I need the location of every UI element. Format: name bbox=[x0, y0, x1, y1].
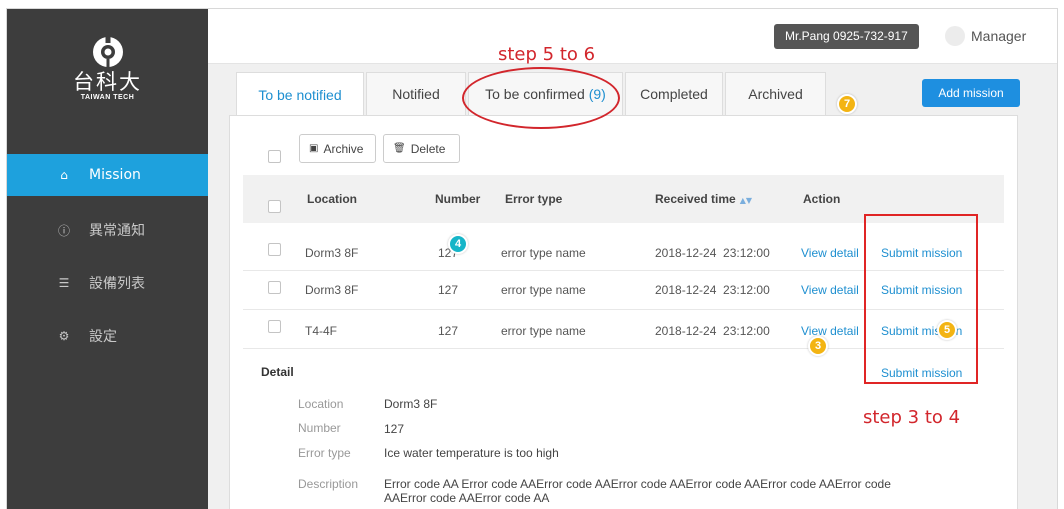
detail-value-description: Error code AA Error code AAError code AA… bbox=[384, 477, 891, 505]
archive-button[interactable]: ▣ Archive bbox=[299, 134, 376, 163]
sidebar-item-label: Mission bbox=[89, 167, 141, 183]
topbar: Mr.Pang 0925-732-917 Manager bbox=[208, 9, 1057, 64]
view-detail-link[interactable]: View detail bbox=[801, 283, 859, 297]
step-marker: 7 bbox=[837, 94, 857, 114]
tab-to-be-notified[interactable]: To be notified bbox=[236, 72, 364, 116]
sort-icon[interactable]: ▲▼ bbox=[740, 196, 752, 205]
annotation-box bbox=[864, 214, 978, 384]
detail-title: Detail bbox=[261, 365, 294, 379]
user-role[interactable]: Manager bbox=[971, 28, 1026, 44]
cell-error-type: error type name bbox=[501, 283, 586, 297]
column-header-action: Action bbox=[803, 192, 841, 206]
column-header-error-type[interactable]: Error type bbox=[505, 192, 562, 206]
detail-label-description: Description bbox=[298, 477, 359, 491]
select-all-checkbox[interactable] bbox=[268, 200, 281, 213]
logo: 台科大 TAIWAN TECH bbox=[7, 35, 208, 101]
sidebar-item-notifications[interactable]: ⓘ 異常通知 bbox=[7, 209, 208, 251]
tab-label: To be notified bbox=[258, 86, 342, 103]
cell-error-type: error type name bbox=[501, 324, 586, 338]
view-detail-link[interactable]: View detail bbox=[801, 324, 859, 338]
add-mission-button[interactable]: Add mission bbox=[922, 79, 1020, 107]
tab-label: Archived bbox=[748, 86, 803, 102]
annotation-ellipse bbox=[462, 67, 620, 129]
detail-label-number: Number bbox=[298, 421, 341, 435]
gear-icon: ⚙ bbox=[58, 329, 70, 343]
select-all-toolbar-checkbox[interactable] bbox=[268, 150, 281, 163]
sidebar-item-mission[interactable]: ⌂ Mission bbox=[7, 154, 208, 196]
user-contact-chip[interactable]: Mr.Pang 0925-732-917 bbox=[774, 24, 919, 49]
sidebar: 台科大 TAIWAN TECH ⌂ Mission ⓘ 異常通知 ☰ 設備列表 … bbox=[7, 9, 208, 509]
step-marker: 3 bbox=[808, 336, 828, 356]
detail-label-error-type: Error type bbox=[298, 446, 351, 460]
cell-received-time: 2018-12-24 23:12:00 bbox=[655, 324, 770, 338]
step-marker: 4 bbox=[448, 234, 468, 254]
tab-completed[interactable]: Completed bbox=[625, 72, 723, 115]
logo-english-text: TAIWAN TECH bbox=[80, 94, 135, 101]
trash-icon: 🗑 bbox=[393, 143, 406, 154]
cell-location: T4-4F bbox=[305, 324, 338, 338]
row-checkbox[interactable] bbox=[268, 281, 281, 294]
step-marker: 5 bbox=[937, 320, 957, 340]
column-header-number[interactable]: Number bbox=[435, 192, 480, 206]
cell-location: Dorm3 8F bbox=[305, 246, 359, 260]
tab-label: Completed bbox=[640, 86, 708, 102]
annotation-step-3-to-4: step 3 to 4 bbox=[863, 407, 961, 428]
archive-button-label: Archive bbox=[323, 141, 364, 156]
delete-button-label: Delete bbox=[410, 141, 446, 156]
detail-value-error-type: Ice water temperature is too high bbox=[384, 446, 559, 460]
cell-number: 127 bbox=[438, 283, 459, 297]
sidebar-item-label: 設定 bbox=[89, 329, 117, 345]
cell-number: 127 bbox=[438, 324, 459, 338]
tab-notified[interactable]: Notified bbox=[366, 72, 466, 115]
row-checkbox[interactable] bbox=[268, 320, 281, 333]
annotation-step-5-to-6: step 5 to 6 bbox=[498, 44, 596, 65]
list-icon: ☰ bbox=[58, 276, 70, 290]
view-detail-link[interactable]: View detail bbox=[801, 246, 859, 260]
detail-value-number: 127 bbox=[384, 422, 405, 436]
sidebar-item-label: 設備列表 bbox=[89, 276, 145, 292]
cell-received-time: 2018-12-24 23:12:00 bbox=[655, 246, 770, 260]
alert-circle-icon: ⓘ bbox=[57, 223, 70, 238]
delete-button[interactable]: 🗑 Delete bbox=[383, 134, 460, 163]
detail-label-location: Location bbox=[298, 397, 344, 411]
cell-error-type: error type name bbox=[501, 246, 586, 260]
column-header-label: Received time bbox=[655, 192, 736, 206]
tab-label: Notified bbox=[392, 86, 440, 102]
sidebar-item-label: 異常通知 bbox=[89, 223, 145, 239]
row-checkbox[interactable] bbox=[268, 243, 281, 256]
tab-archived[interactable]: Archived bbox=[725, 72, 826, 115]
cell-received-time: 2018-12-24 23:12:00 bbox=[655, 283, 770, 297]
sidebar-item-equipment-list[interactable]: ☰ 設備列表 bbox=[7, 262, 208, 304]
detail-value-location: Dorm3 8F bbox=[384, 397, 438, 411]
taiwan-tech-logo-icon bbox=[91, 35, 125, 69]
sidebar-item-settings[interactable]: ⚙ 設定 bbox=[7, 315, 208, 357]
archive-icon: ▣ bbox=[309, 143, 319, 154]
column-header-location[interactable]: Location bbox=[307, 192, 357, 206]
home-icon: ⌂ bbox=[60, 168, 68, 182]
column-header-received-time[interactable]: Received time ▲▼ bbox=[655, 192, 752, 206]
cell-location: Dorm3 8F bbox=[305, 283, 359, 297]
avatar[interactable] bbox=[945, 26, 965, 46]
logo-chinese-text: 台科大 bbox=[73, 70, 142, 94]
